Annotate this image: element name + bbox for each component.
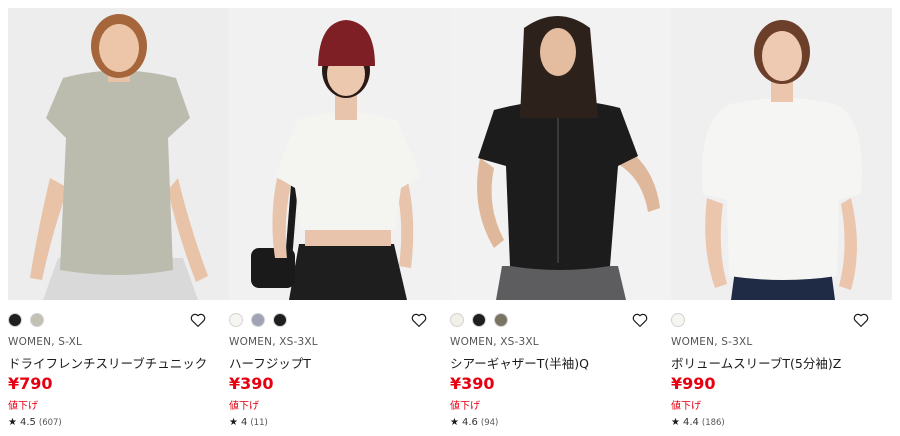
star-icon: ★ <box>671 417 680 428</box>
product-rating: ★ 4.5 (607) <box>8 417 62 428</box>
product-image[interactable] <box>671 8 892 300</box>
product-rating: ★ 4.6 (94) <box>450 417 498 428</box>
product-card[interactable]: WOMEN, S-3XL ボリュームスリーブT(5分袖)Z ¥990 値下げ ★… <box>671 8 892 436</box>
product-price: ¥390 <box>229 374 274 393</box>
product-meta: WOMEN, XS-3XL <box>450 336 539 348</box>
price-down-badge: 値下げ <box>450 401 480 412</box>
product-rating: ★ 4.4 (186) <box>671 417 725 428</box>
product-name[interactable]: ドライフレンチスリーブチュニック <box>8 353 229 372</box>
heart-outline-icon[interactable] <box>631 311 649 329</box>
color-swatch[interactable] <box>671 313 685 327</box>
star-icon: ★ <box>229 417 238 428</box>
color-swatch[interactable] <box>472 313 486 327</box>
color-swatches <box>8 313 52 327</box>
product-meta: WOMEN, S-3XL <box>671 336 753 348</box>
product-grid: WOMEN, S-XL ドライフレンチスリーブチュニック ¥790 値下げ ★ … <box>0 0 900 436</box>
product-price: ¥390 <box>450 374 495 393</box>
product-price: ¥790 <box>8 374 53 393</box>
color-swatch[interactable] <box>450 313 464 327</box>
color-swatches <box>229 313 295 327</box>
product-card[interactable]: WOMEN, S-XL ドライフレンチスリーブチュニック ¥790 値下げ ★ … <box>8 8 229 436</box>
review-count: (11) <box>250 417 268 428</box>
rating-value: 4 <box>240 417 248 428</box>
product-name[interactable]: ハーフジップT <box>229 353 450 372</box>
product-price: ¥990 <box>671 374 716 393</box>
product-card[interactable]: WOMEN, XS-3XL シアーギャザーT(半袖)Q ¥390 値下げ ★ 4… <box>450 8 671 436</box>
product-name[interactable]: シアーギャザーT(半袖)Q <box>450 353 671 372</box>
color-swatch[interactable] <box>494 313 508 327</box>
color-swatch[interactable] <box>273 313 287 327</box>
rating-value: 4.5 <box>19 417 36 428</box>
rating-value: 4.6 <box>461 417 478 428</box>
review-count: (94) <box>480 417 499 428</box>
product-image[interactable] <box>8 8 229 300</box>
color-swatch[interactable] <box>251 313 265 327</box>
color-swatches <box>671 313 693 327</box>
product-rating: ★ 4 (11) <box>229 417 268 428</box>
price-down-badge: 値下げ <box>671 401 701 412</box>
star-icon: ★ <box>450 417 459 428</box>
heart-outline-icon[interactable] <box>189 311 207 329</box>
color-swatches <box>450 313 516 327</box>
product-card[interactable]: WOMEN, XS-3XL ハーフジップT ¥390 値下げ ★ 4 (11) <box>229 8 450 436</box>
product-meta: WOMEN, S-XL <box>8 336 83 348</box>
price-down-badge: 値下げ <box>229 401 259 412</box>
heart-outline-icon[interactable] <box>410 311 428 329</box>
product-image[interactable] <box>450 8 671 300</box>
product-meta: WOMEN, XS-3XL <box>229 336 318 348</box>
color-swatch[interactable] <box>8 313 22 327</box>
product-name[interactable]: ボリュームスリーブT(5分袖)Z <box>671 353 892 372</box>
color-swatch[interactable] <box>229 313 243 327</box>
heart-outline-icon[interactable] <box>852 311 870 329</box>
price-down-badge: 値下げ <box>8 401 38 412</box>
review-count: (186) <box>701 417 725 428</box>
star-icon: ★ <box>8 417 17 428</box>
review-count: (607) <box>38 417 62 428</box>
product-image[interactable] <box>229 8 450 300</box>
color-swatch[interactable] <box>30 313 44 327</box>
rating-value: 4.4 <box>682 417 699 428</box>
